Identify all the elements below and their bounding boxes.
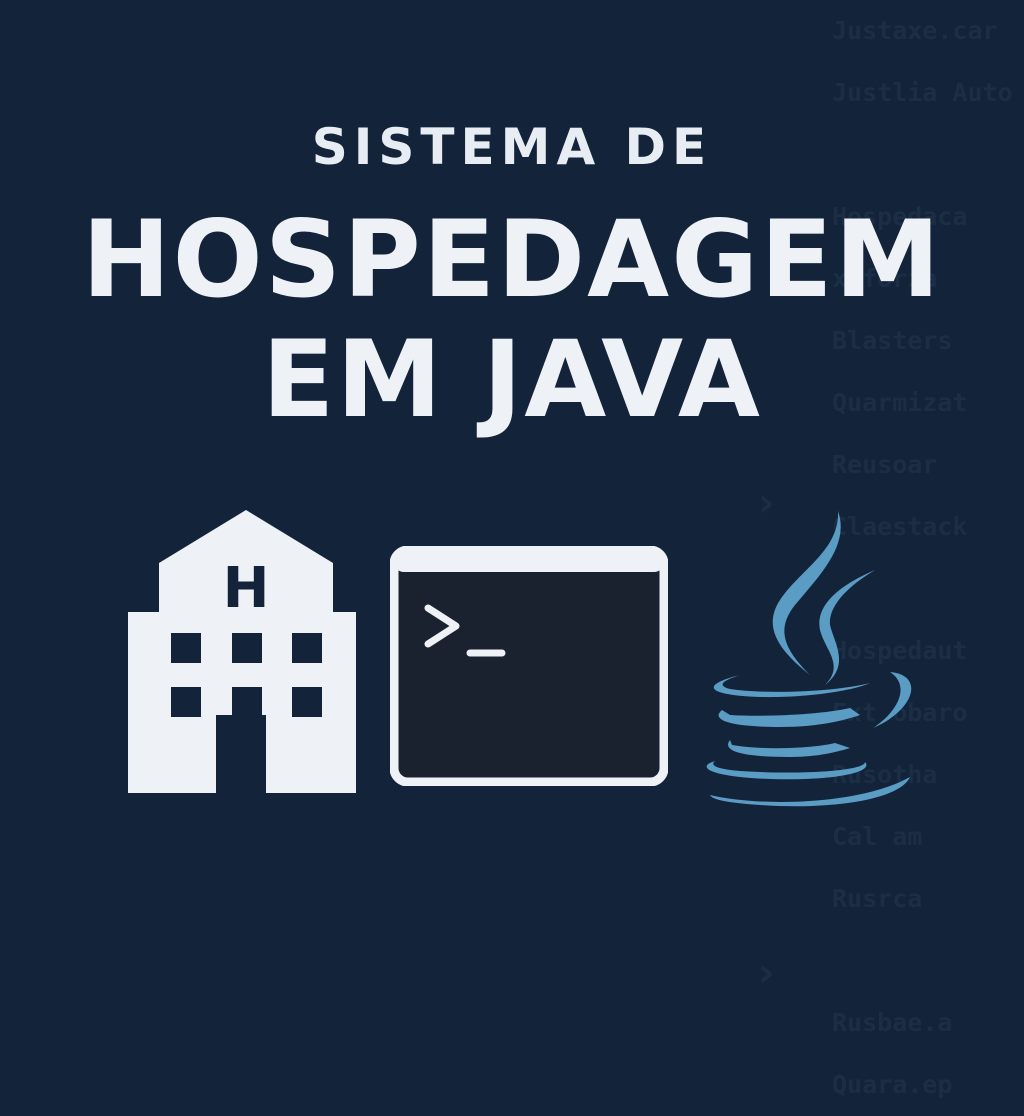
background-code-line	[832, 930, 1018, 992]
terminal-icon	[390, 546, 668, 786]
title-line-3: EM JAVA	[262, 318, 762, 441]
background-code-line: Cal am	[832, 822, 923, 851]
background-code-line: Quara.ep	[832, 1070, 953, 1099]
background-code-line: Reusoar	[832, 450, 938, 479]
background-code-line: Justaxe.car	[832, 16, 998, 45]
background-prompt-icon: ›	[758, 950, 775, 996]
title-line-1: SISTEMA DE	[311, 118, 713, 176]
hotel-building-icon: H	[128, 510, 356, 793]
background-code-line: Rusrca	[832, 884, 923, 913]
title-line-2: HOSPEDAGEM	[81, 198, 943, 321]
background-code-line: Rusbae.a	[832, 1008, 953, 1037]
hotel-letter: H	[223, 556, 270, 621]
java-coffee-cup-icon	[706, 511, 912, 807]
background-code-line: Justlia Auto	[832, 78, 1013, 107]
